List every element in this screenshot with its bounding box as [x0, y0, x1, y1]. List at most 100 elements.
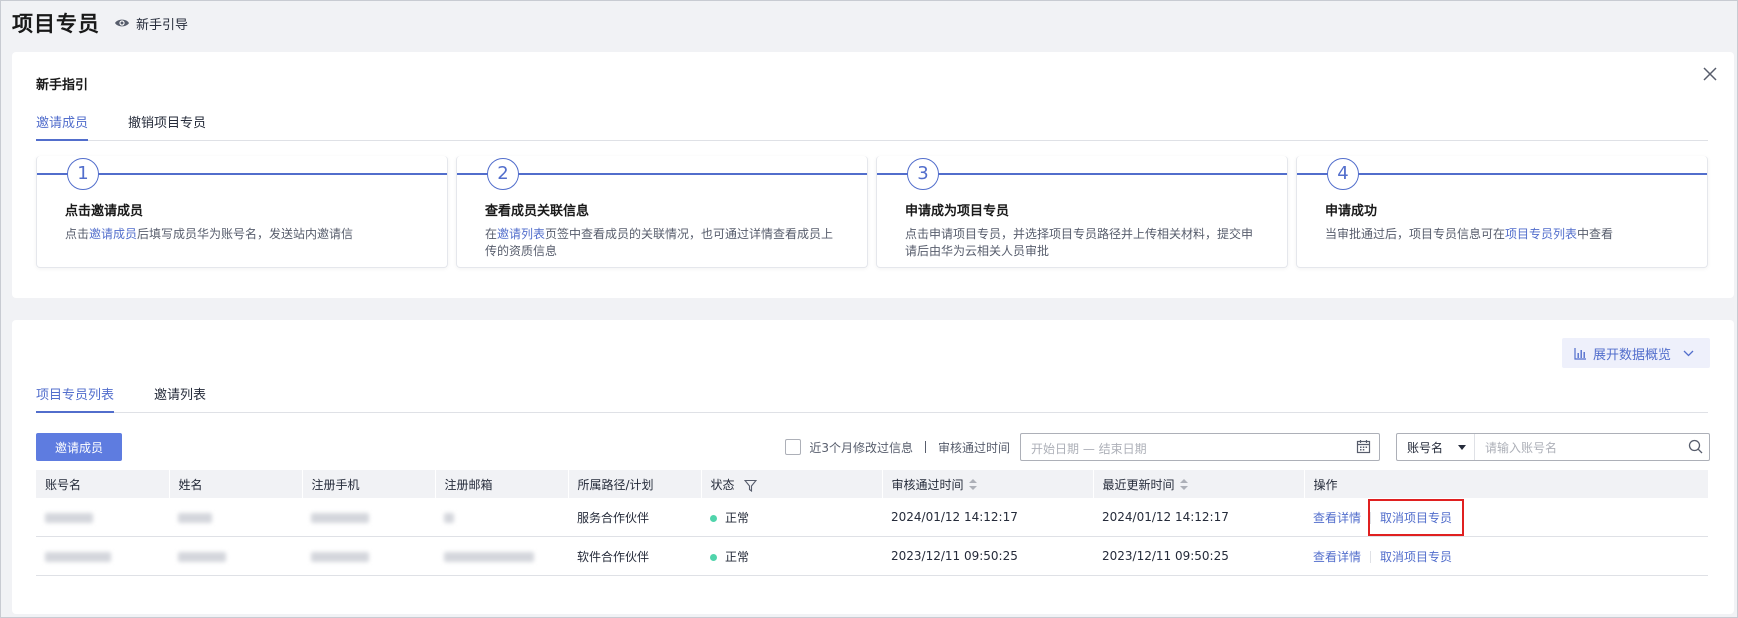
status-badge: 正常 [725, 549, 750, 564]
step-number: 2 [487, 158, 519, 190]
highlight-box: 取消项目专员 [1368, 498, 1465, 536]
path-cell: 服务合作伙伴 [568, 498, 701, 537]
account-type-select[interactable]: 账号名 [1397, 434, 1475, 460]
specialist-list-panel: 展开数据概览 项目专员列表 邀请列表 邀请成员 近3个月修改过信息 审核通过时间… [12, 320, 1734, 614]
col-updated-time[interactable]: 最近更新时间 [1093, 470, 1305, 498]
divider [924, 441, 926, 453]
actions-cell: 查看详情 取消项目专员 [1304, 536, 1708, 576]
bar-chart-icon [1574, 347, 1586, 360]
status-dot [710, 553, 717, 561]
col-email: 注册邮箱 [435, 470, 569, 498]
step-number: 4 [1327, 158, 1359, 190]
col-phone: 注册手机 [302, 470, 436, 498]
table-row: 服务合作伙伴 正常 2024/01/12 14:12:17 2024/01/12… [36, 498, 1708, 537]
approved-time-cell: 2023/12/11 09:50:25 [882, 536, 1093, 576]
cancel-specialist-link[interactable]: 取消项目专员 [1380, 550, 1452, 564]
email-cell [435, 536, 568, 576]
invite-list-link[interactable]: 邀请列表 [497, 227, 545, 241]
divider [1370, 551, 1372, 563]
col-path: 所属路径/计划 [568, 470, 702, 498]
account-cell [36, 498, 169, 537]
guide-heading: 新手指引 [36, 78, 89, 93]
filter-bar: 近3个月修改过信息 审核通过时间 开始日期 — 结束日期 账号名 请输入账号名 [785, 433, 1710, 461]
phone-cell [302, 498, 435, 537]
redacted-text [311, 512, 369, 523]
guide-step: 1 点击邀请成员 点击邀请成员后填写成员华为账号名，发送站内邀请信 [36, 156, 448, 268]
list-tabs: 项目专员列表 邀请列表 [36, 384, 1708, 413]
redacted-text [444, 551, 534, 562]
account-search: 账号名 请输入账号名 [1396, 433, 1710, 461]
date-range-picker[interactable]: 开始日期 — 结束日期 [1020, 433, 1380, 461]
col-status: 状态 [701, 470, 883, 498]
page-header: 项目专员 新手引导 [12, 8, 188, 38]
tab-invite-member[interactable]: 邀请成员 [36, 112, 89, 141]
recent-modified-checkbox[interactable] [785, 439, 802, 455]
view-details-link[interactable]: 查看详情 [1313, 550, 1361, 564]
step-title: 查看成员关联信息 [485, 204, 590, 219]
filter-icon[interactable] [744, 479, 758, 492]
step-title: 申请成为项目专员 [905, 204, 1010, 219]
specialist-table: 账号名 姓名 注册手机 注册邮箱 所属路径/计划 状态 审核通过时间 最近更新时… [36, 470, 1709, 576]
search-icon[interactable] [1688, 439, 1703, 454]
invite-member-button[interactable]: 邀请成员 [36, 433, 122, 461]
approved-time-cell: 2024/01/12 14:12:17 [882, 498, 1093, 537]
guide-tabs: 邀请成员 撤销项目专员 [36, 112, 1708, 141]
date-range-placeholder: 开始日期 — 结束日期 [1031, 442, 1147, 456]
email-cell [435, 498, 568, 537]
step-title: 申请成功 [1325, 204, 1378, 219]
cancel-specialist-link[interactable]: 取消项目专员 [1380, 511, 1452, 525]
status-cell: 正常 [701, 536, 882, 576]
table-row: 软件合作伙伴 正常 2023/12/11 09:50:25 2023/12/11… [36, 536, 1708, 576]
col-account: 账号名 [36, 470, 170, 498]
col-actions: 操作 [1304, 470, 1709, 498]
specialist-list-link[interactable]: 项目专员列表 [1505, 227, 1577, 241]
updated-time-cell: 2024/01/12 14:12:17 [1093, 498, 1304, 537]
expand-overview-button[interactable]: 展开数据概览 [1561, 338, 1710, 368]
redacted-text [45, 512, 93, 523]
invite-member-link[interactable]: 邀请成员 [89, 227, 137, 241]
account-cell [36, 536, 169, 576]
guide-steps: 1 点击邀请成员 点击邀请成员后填写成员华为账号名，发送站内邀请信 2 查看成员… [36, 156, 1708, 282]
tab-invite-list[interactable]: 邀请列表 [154, 384, 206, 412]
page-title: 项目专员 [12, 12, 100, 36]
status-cell: 正常 [701, 498, 882, 537]
sort-icon[interactable] [1179, 479, 1188, 491]
close-icon[interactable] [1700, 64, 1720, 84]
recent-modified-label: 近3个月修改过信息 [809, 440, 913, 455]
redacted-text [45, 551, 111, 562]
name-cell [169, 536, 302, 576]
beginner-guide-link[interactable]: 新手引导 [114, 14, 188, 33]
table-header-row: 账号名 姓名 注册手机 注册邮箱 所属路径/计划 状态 审核通过时间 最近更新时… [36, 470, 1709, 498]
beginner-guide-panel: 新手指引 邀请成员 撤销项目专员 1 点击邀请成员 点击邀请成员后填写成员华为账… [12, 52, 1734, 298]
guide-step: 3 申请成为项目专员 点击申请项目专员，并选择项目专员路径并上传相关材料，提交申… [876, 156, 1288, 268]
step-description: 在邀请列表页签中查看成员的关联情况，也可通过详情查看成员上传的资质信息 [485, 227, 834, 258]
beginner-guide-label: 新手引导 [136, 17, 189, 33]
status-dot [710, 514, 717, 522]
status-badge: 正常 [725, 510, 750, 525]
phone-cell [302, 536, 435, 576]
name-cell [169, 498, 302, 537]
step-number: 3 [907, 158, 939, 190]
caret-down-icon [1458, 445, 1466, 450]
expand-overview-label: 展开数据概览 [1592, 347, 1671, 363]
eye-icon [115, 19, 129, 27]
col-name: 姓名 [169, 470, 303, 498]
col-approved-time[interactable]: 审核通过时间 [882, 470, 1094, 498]
view-details-link[interactable]: 查看详情 [1313, 511, 1361, 525]
tab-specialist-list[interactable]: 项目专员列表 [36, 384, 115, 413]
redacted-text [311, 551, 369, 562]
sort-icon[interactable] [968, 479, 977, 491]
redacted-text [178, 551, 226, 562]
step-title: 点击邀请成员 [65, 204, 144, 219]
step-description: 点击邀请成员后填写成员华为账号名，发送站内邀请信 [65, 227, 354, 241]
tab-revoke-specialist[interactable]: 撤销项目专员 [128, 112, 206, 140]
step-description: 当审批通过后，项目专员信息可在项目专员列表中查看 [1325, 227, 1614, 241]
step-description: 点击申请项目专员，并选择项目专员路径并上传相关材料，提交申请后由华为云相关人员审… [905, 227, 1254, 258]
account-search-input[interactable]: 请输入账号名 [1475, 439, 1709, 456]
redacted-text [444, 512, 454, 523]
calendar-icon [1356, 440, 1371, 454]
redacted-text [178, 512, 212, 523]
guide-step: 2 查看成员关联信息 在邀请列表页签中查看成员的关联情况，也可通过详情查看成员上… [456, 156, 868, 268]
actions-cell: 查看详情 取消项目专员 [1304, 498, 1708, 537]
guide-step: 4 申请成功 当审批通过后，项目专员信息可在项目专员列表中查看 [1296, 156, 1708, 268]
